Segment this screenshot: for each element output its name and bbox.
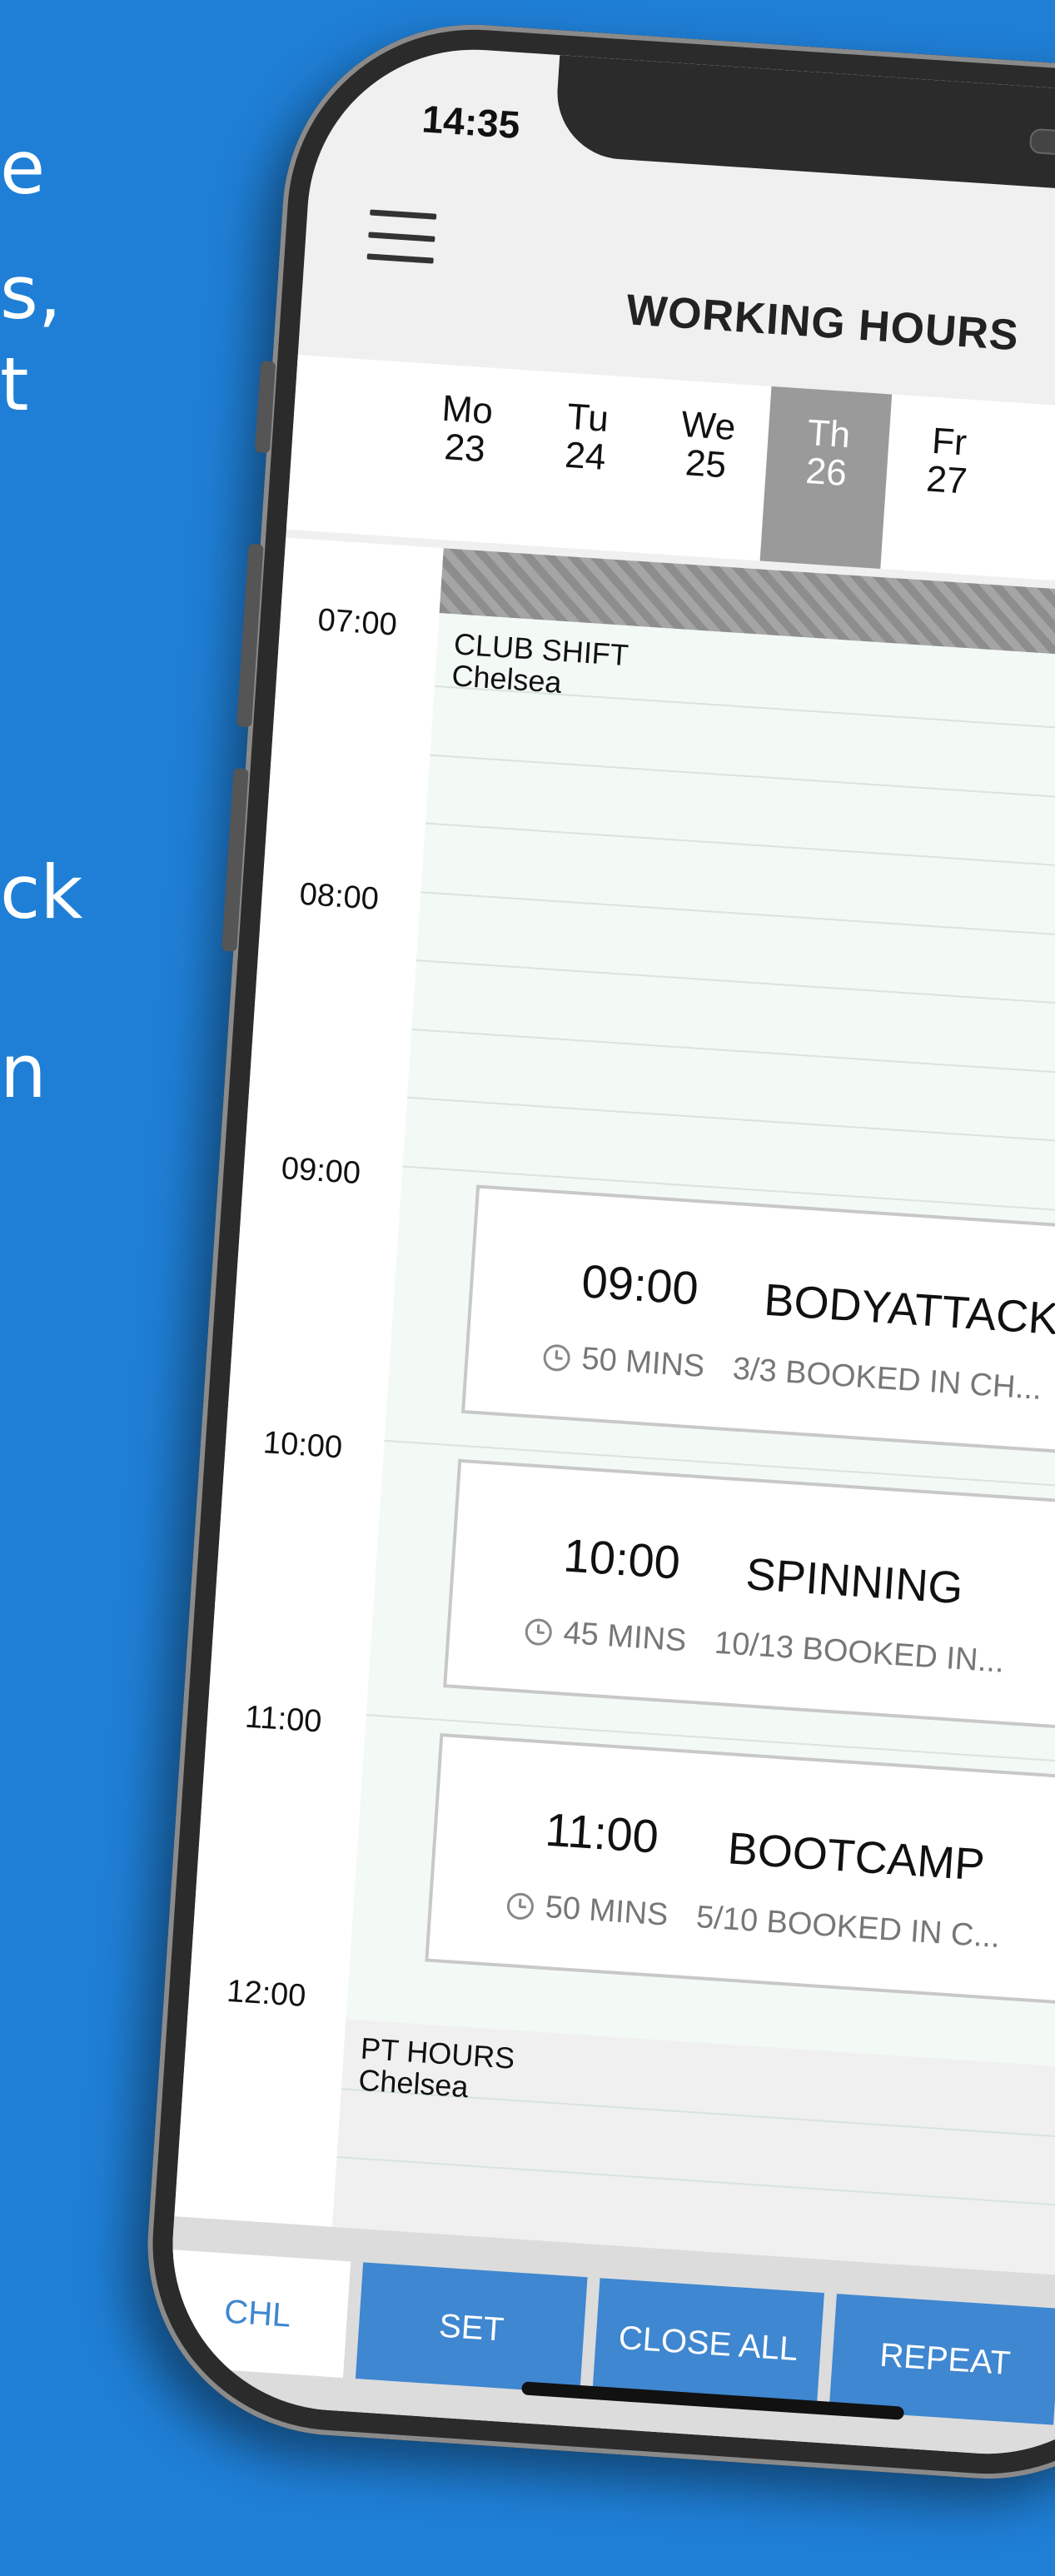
set-button[interactable]: SET [355,2262,588,2394]
app-screen: 14:35 WORKING HOURS Mo 23 Tu 24 We 25 Th… [162,38,1055,2464]
class-name: SPINNING [744,1549,965,1614]
pt-hours-label: PT HOURS Chelsea [357,2031,515,2106]
class-duration: 50 MINS [580,1341,706,1385]
class-time: 11:00 [544,1802,660,1863]
grid-line [411,1028,1055,1085]
grid-line [421,891,1055,948]
class-meta: 50 MINS 3/3 BOOKED IN CH... [542,1338,1043,1408]
club-selector-button[interactable]: CHL [164,2250,351,2379]
day-date: 25 [684,442,728,486]
class-card[interactable]: 09:00 BODYATTACK 50 MINS 3/3 BOOKED IN C… [460,1184,1055,1463]
day-tab-th[interactable]: Th 26 [759,386,893,570]
class-duration: 45 MINS [562,1615,688,1659]
schedule-grid: CLUB SHIFT Chelsea 09:00 BODYATTACK 50 M… [331,548,1055,2282]
class-meta: 50 MINS 5/10 BOOKED IN C... [505,1887,1002,1956]
grid-line [416,959,1055,1016]
phone-mockup-wrap: 14:35 WORKING HOURS Mo 23 Tu 24 We 25 Th… [0,0,1055,2576]
time-label: 07:00 [316,602,398,643]
class-meta: 45 MINS 10/13 BOOKED IN... [524,1613,1005,1681]
day-tab-fr[interactable]: Fr 27 [880,394,1013,576]
class-duration: 50 MINS [544,1889,669,1933]
clock-icon [505,1891,535,1921]
time-label: 09:00 [280,1150,362,1192]
grid-line [336,2155,1055,2213]
time-label: 12:00 [225,1973,307,2015]
day-date: 27 [924,458,969,502]
class-booking: 10/13 BOOKED IN... [713,1625,1006,1680]
day-date: 26 [804,451,848,495]
grid-line [425,822,1055,879]
class-name: BOOTCAMP [726,1823,987,1891]
grid-line [430,754,1055,811]
class-name: BODYATTACK [762,1274,1055,1345]
day-tab-tu[interactable]: Tu 24 [519,371,651,553]
time-label: 08:00 [298,876,381,917]
time-label: 10:00 [261,1425,344,1466]
phone-device: 14:35 WORKING HOURS Mo 23 Tu 24 We 25 Th… [135,12,1055,2491]
clock-icon [542,1343,571,1372]
grid-line [406,1096,1055,1153]
class-time: 10:00 [561,1528,682,1589]
status-bar-time: 14:35 [421,97,522,147]
speaker-grille [1028,127,1055,162]
class-booking: 5/10 BOOKED IN C... [694,1899,1002,1956]
class-card[interactable]: 10:00 SPINNING 45 MINS 10/13 BOOKED IN..… [443,1458,1055,1737]
schedule-timeline[interactable]: 07:00 08:00 09:00 10:00 11:00 12:00 CLUB… [174,537,1055,2282]
hamburger-menu-icon[interactable] [366,209,437,264]
class-card[interactable]: 11:00 BOOTCAMP 50 MINS 5/10 BOOKED IN C.… [425,1733,1055,2012]
day-date: 23 [443,426,487,471]
day-tab-mo[interactable]: Mo 23 [399,362,531,545]
time-label: 11:00 [243,1699,323,1740]
page-title: WORKING HOURS [625,286,1021,361]
club-shift-label[interactable]: CLUB SHIFT Chelsea [450,626,630,702]
class-time: 09:00 [580,1254,700,1315]
class-booking: 3/3 BOOKED IN CH... [731,1351,1043,1407]
clock-icon [524,1617,553,1647]
day-date: 24 [563,434,607,478]
day-tab-we[interactable]: We 25 [639,378,772,561]
